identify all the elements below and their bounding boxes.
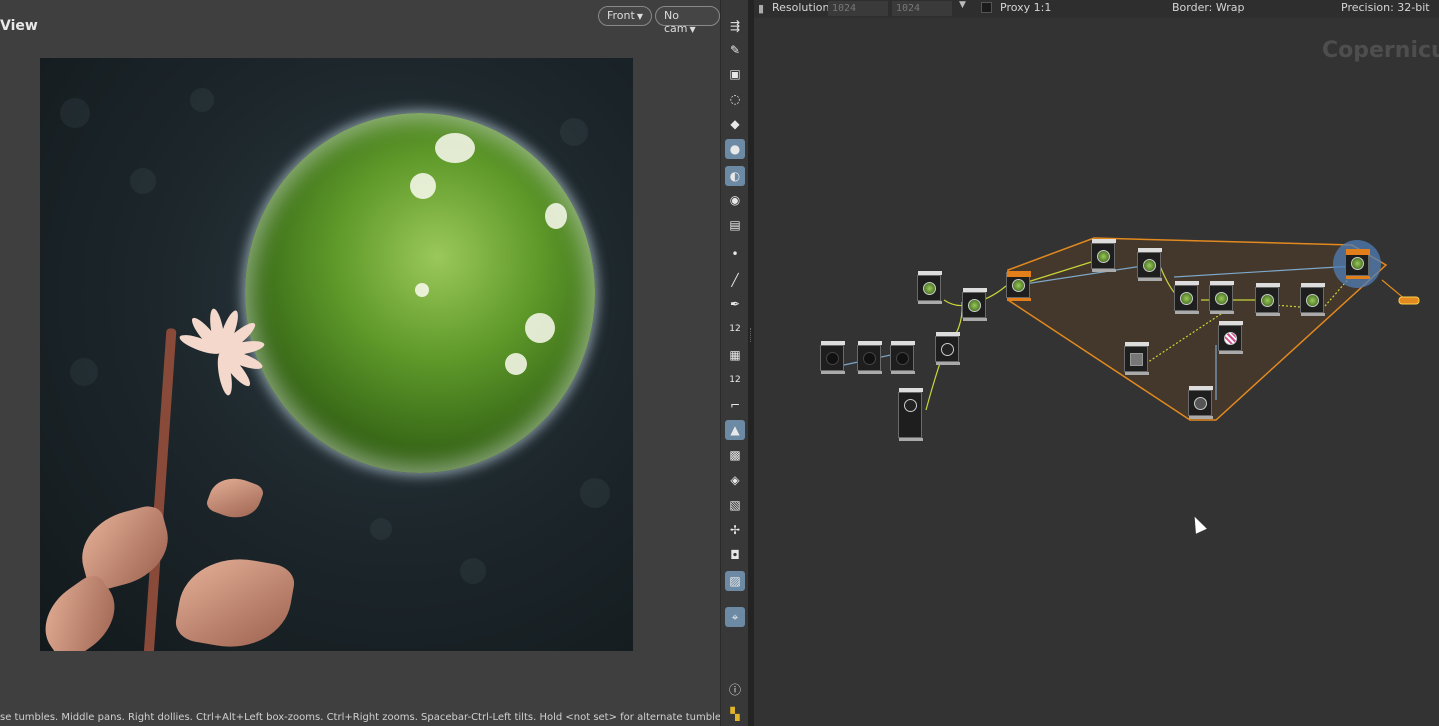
viewer-pane[interactable]: View Front ▼ No cam ▼ se tumbles. Middle… — [0, 0, 720, 726]
leaf — [173, 549, 297, 651]
graph-node[interactable] — [1255, 283, 1280, 316]
highlight — [435, 133, 475, 163]
number-12-icon[interactable]: 12 — [725, 319, 745, 339]
move-icon[interactable]: ✢ — [725, 520, 745, 540]
graph-node[interactable] — [1006, 271, 1031, 301]
graph-node[interactable] — [1188, 386, 1213, 419]
graph-node[interactable] — [917, 271, 942, 304]
flower-head — [177, 307, 266, 397]
graph-node[interactable] — [1137, 248, 1162, 281]
chevron-down-icon: ▼ — [636, 12, 643, 21]
viewer-status-hint: se tumbles. Middle pans. Right dollies. … — [0, 712, 720, 723]
flower-stem — [143, 328, 177, 651]
highlight — [525, 313, 555, 343]
graph-node[interactable] — [1091, 239, 1116, 272]
image-icon[interactable]: ▧ — [725, 495, 745, 515]
dot-icon[interactable]: • — [725, 244, 745, 264]
lightbulb-outline-icon[interactable]: ◌ — [725, 89, 745, 109]
brush-icon[interactable]: ╱ — [725, 270, 745, 290]
viewer-title: View — [0, 18, 38, 34]
highlight — [505, 353, 527, 375]
corner-icon[interactable]: ⌐ — [725, 395, 745, 415]
graph-node[interactable] — [857, 341, 882, 374]
info-icon[interactable]: ⓘ — [725, 680, 745, 700]
graph-node[interactable] — [820, 341, 845, 374]
pose-icon[interactable]: ✎ — [725, 40, 745, 60]
highlight — [415, 283, 429, 297]
bokeh-dot — [190, 88, 214, 112]
network-editor[interactable]: ▮ Resolution 1024 1024 ▼ Proxy 1:1 Borde… — [754, 0, 1439, 726]
graph-node[interactable] — [890, 341, 915, 374]
graph-node[interactable] — [898, 388, 923, 441]
diamond-icon[interactable]: ◆ — [725, 114, 745, 134]
bokeh-dot — [70, 358, 98, 386]
picture-icon[interactable]: ▨ — [725, 571, 745, 591]
disk-icon[interactable]: ◘ — [725, 545, 745, 565]
graph-node-selected[interactable] — [1345, 249, 1370, 279]
bokeh-dot — [560, 118, 588, 146]
splitter-grip[interactable] — [750, 328, 752, 342]
lock-icon[interactable]: ▣ — [725, 64, 745, 84]
graph-node[interactable] — [935, 332, 960, 365]
pin-icon[interactable]: ⌖ — [725, 607, 745, 627]
camera-select-label: No cam — [664, 9, 688, 35]
camera-select-dropdown[interactable]: No cam ▼ — [655, 6, 720, 35]
graph-node[interactable] — [1124, 342, 1149, 375]
highlight — [545, 203, 567, 229]
viewer-toolbar: ⇶ ✎ ▣ ◌ ◆ ● ◐ ◉ ▤ • ╱ ✒ 12 ▦ 12 ⌐ ▲ ▩ ◈ … — [720, 0, 748, 726]
snap-icon[interactable]: ◈ — [725, 470, 745, 490]
graph-node[interactable] — [962, 288, 987, 321]
bokeh-dot — [60, 98, 90, 128]
shading-icon[interactable]: ◐ — [725, 166, 745, 186]
camera-view-label: Front — [607, 9, 635, 22]
graph-node[interactable] — [1174, 281, 1199, 314]
eye-icon[interactable]: ◉ — [725, 190, 745, 210]
bokeh-dot — [370, 518, 392, 540]
camera-view-dropdown[interactable]: Front ▼ — [598, 6, 652, 26]
chevron-down-icon: ▼ — [689, 25, 696, 34]
bokeh-dot — [580, 478, 610, 508]
leaf — [204, 470, 266, 526]
color-icon[interactable]: ▚ — [725, 704, 745, 724]
bokeh-dot — [460, 558, 486, 584]
graph-node[interactable] — [1300, 283, 1325, 316]
bokeh-dot — [130, 168, 156, 194]
layers-icon[interactable]: ▦ — [725, 345, 745, 365]
select-icon[interactable]: ⇶ — [725, 16, 745, 36]
output-node — [1398, 296, 1420, 305]
glass-sphere — [245, 113, 595, 473]
camera-icon[interactable]: ▤ — [725, 215, 745, 235]
light-icon[interactable]: ● — [725, 139, 745, 159]
graph-node[interactable] — [1209, 281, 1234, 314]
highlight — [410, 173, 436, 199]
render-canvas[interactable] — [40, 58, 633, 651]
pen-icon[interactable]: ✒ — [725, 294, 745, 314]
checker-icon[interactable]: ▩ — [725, 445, 745, 465]
grid-icon[interactable]: ▲ — [725, 420, 745, 440]
number-12-stack-icon[interactable]: 12 — [725, 370, 745, 390]
graph-node[interactable] — [1218, 321, 1243, 354]
